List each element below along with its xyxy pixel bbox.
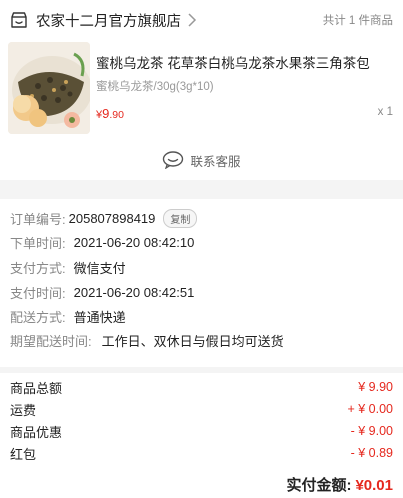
order-number-row: 订单编号: 205807898419 复制 — [10, 208, 198, 228]
order-time-value: 2021-06-20 08:42:10 — [73, 234, 195, 250]
total-row: 商品优惠 - ¥ 9.00 — [10, 422, 393, 440]
expected-delivery-row: 期望配送时间: 工作日、双休日与假日均可送货 — [10, 330, 284, 350]
product-title: 蜜桃乌龙茶 花草茶白桃乌龙茶水果茶三角茶包 — [96, 56, 370, 71]
delivery-method-row: 配送方式: 普通快递 — [10, 306, 126, 326]
price-decimal: .90 — [109, 109, 124, 121]
delivery-method-value: 普通快递 — [73, 309, 126, 325]
shop-card: 农家十二月官方旗舰店 共计 1 件商品 蜜桃乌龙茶 花草茶白桃乌龙茶水果茶三角茶… — [0, 0, 403, 180]
payment-method-row: 支付方式: 微信支付 — [10, 257, 126, 277]
red-packet-value: - ¥ 0.89 — [350, 446, 393, 460]
total-row: 红包 - ¥ 0.89 — [10, 444, 393, 462]
shop-icon — [11, 12, 27, 28]
product-sku: 蜜桃乌龙茶/30g(3g*10) — [96, 81, 214, 93]
delivery-method-label: 配送方式: — [10, 309, 66, 325]
discount-label: 商品优惠 — [10, 424, 63, 440]
amount-paid: 实付金额: ¥0.01 — [286, 474, 393, 495]
product-item[interactable]: 蜜桃乌龙茶 花草茶白桃乌龙茶水果茶三角茶包 蜜桃乌龙茶/30g(3g*10) ¥… — [8, 42, 393, 138]
shipping-value: + ¥ 0.00 — [347, 402, 393, 416]
discount-value: - ¥ 9.00 — [350, 424, 393, 438]
chat-bubble-icon — [163, 151, 184, 169]
totals-card: 商品总额 ¥ 9.90 运费 + ¥ 0.00 商品优惠 - ¥ 9.00 红包… — [0, 373, 403, 498]
payment-time-row: 支付时间: 2021-06-20 08:42:51 — [10, 282, 194, 302]
shop-name: 农家十二月官方旗舰店 — [36, 13, 181, 30]
product-price: ¥9.90 — [96, 106, 124, 121]
contact-service-button[interactable]: 联系客服 — [0, 148, 403, 172]
red-packet-label: 红包 — [10, 446, 37, 462]
payment-method-label: 支付方式: — [10, 260, 66, 276]
copy-order-number-button[interactable]: 复制 — [163, 208, 198, 228]
product-quantity: x 1 — [377, 106, 393, 118]
item-count: 共计 1 件商品 — [322, 15, 393, 27]
total-row: 运费 + ¥ 0.00 — [10, 400, 393, 418]
goods-total-label: 商品总额 — [10, 380, 63, 396]
goods-total-value: ¥ 9.90 — [358, 380, 393, 394]
product-thumbnail — [8, 42, 90, 134]
amount-paid-value: ¥0.01 — [355, 477, 393, 494]
expected-delivery-label: 期望配送时间: — [10, 333, 92, 349]
payment-time-label: 支付时间: — [10, 285, 66, 301]
payment-time-value: 2021-06-20 08:42:51 — [73, 284, 195, 300]
order-time-row: 下单时间: 2021-06-20 08:42:10 — [10, 232, 194, 252]
order-number-label: 订单编号: — [10, 211, 66, 227]
shop-header[interactable]: 农家十二月官方旗舰店 共计 1 件商品 — [10, 9, 393, 31]
payment-method-value: 微信支付 — [73, 260, 126, 276]
order-info-card: 订单编号: 205807898419 复制 下单时间: 2021-06-20 0… — [0, 199, 403, 367]
amount-paid-label: 实付金额: — [286, 477, 352, 494]
order-time-label: 下单时间: — [10, 235, 66, 251]
shipping-label: 运费 — [10, 402, 37, 418]
contact-service-label: 联系客服 — [190, 154, 241, 169]
expected-delivery-value: 工作日、双休日与假日均可送货 — [101, 333, 284, 349]
chevron-right-icon — [188, 13, 197, 27]
order-number-value: 205807898419 — [68, 210, 156, 226]
total-row: 商品总额 ¥ 9.90 — [10, 378, 393, 396]
